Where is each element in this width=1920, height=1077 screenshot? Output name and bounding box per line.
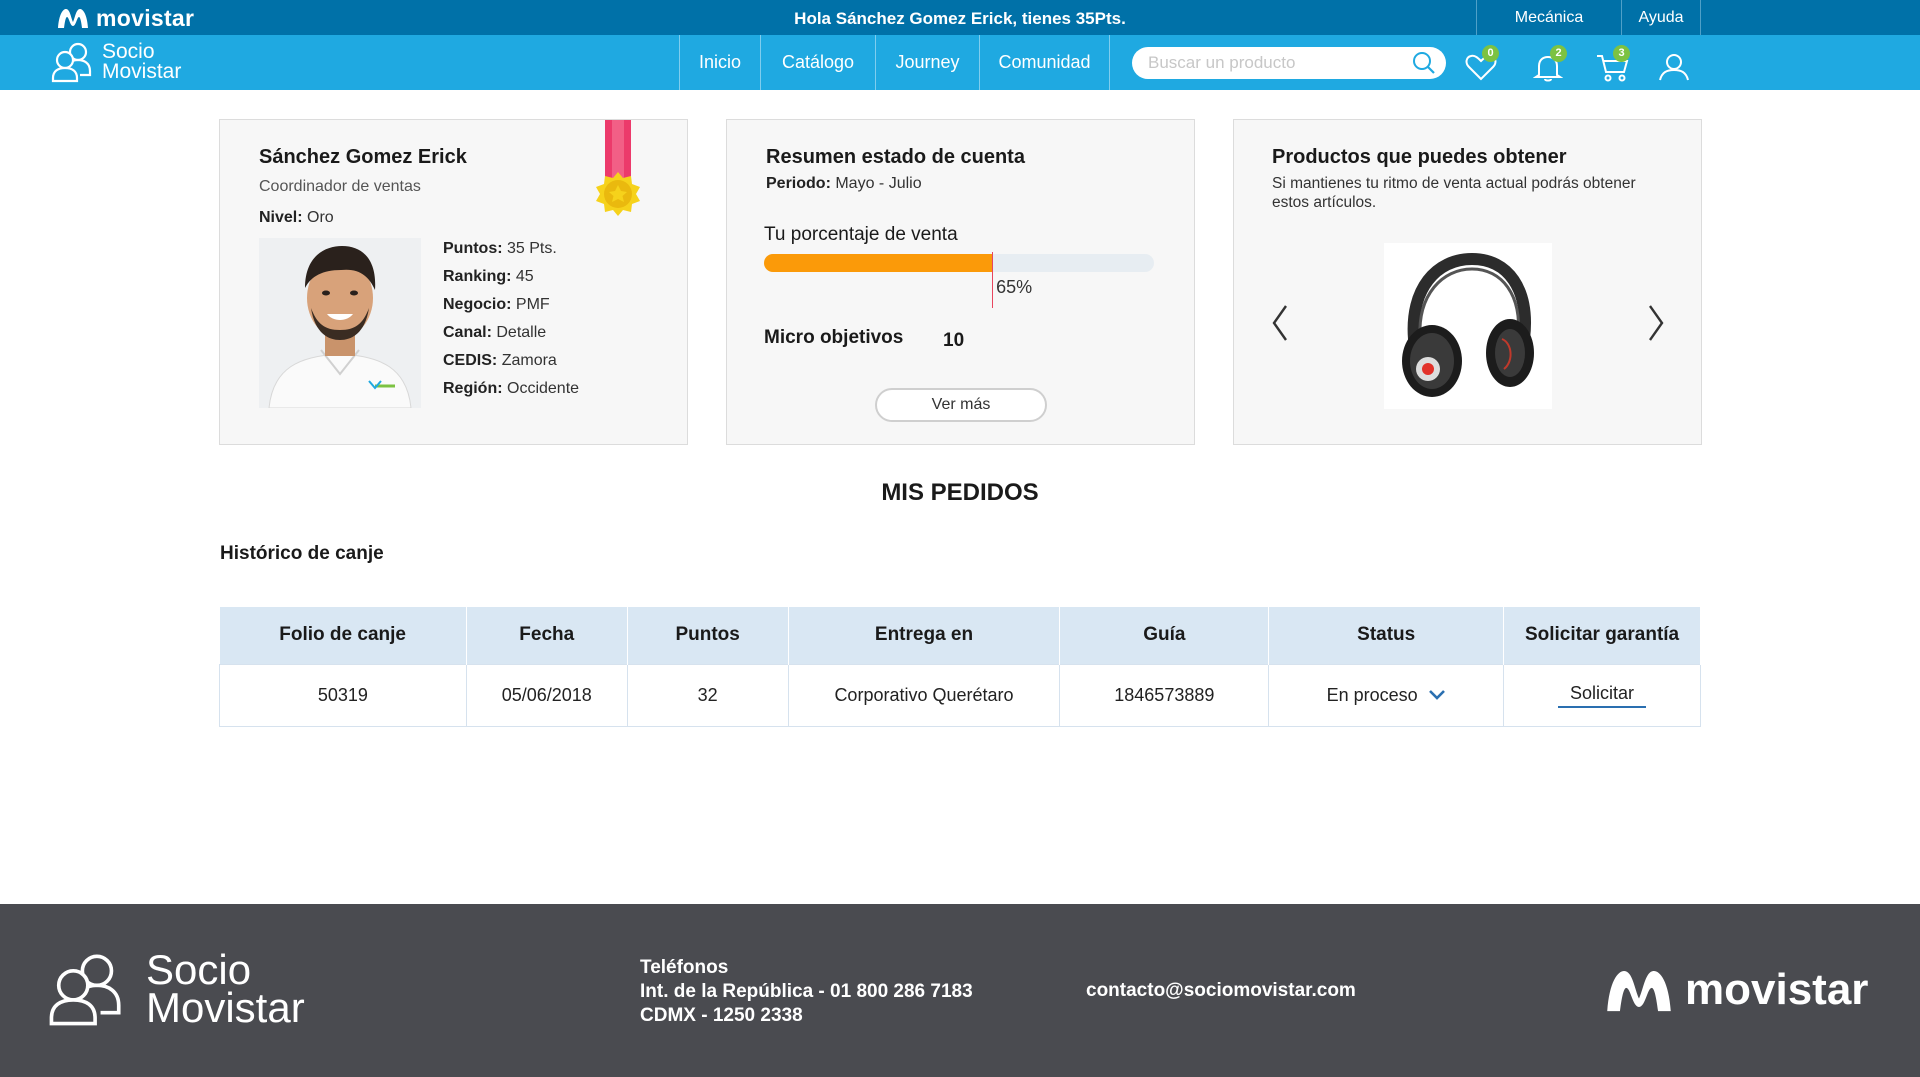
col-guia: Guía <box>1059 607 1270 664</box>
cell-status: En proceso <box>1268 663 1505 727</box>
phone-cdmx[interactable]: CDMX - 1250 2338 <box>640 1004 973 1028</box>
nav-item-catalogo[interactable]: Catálogo <box>760 35 875 90</box>
stat-puntos: Puntos: 35 Pts. <box>443 240 557 257</box>
notifications-button[interactable]: 2 <box>1529 45 1569 82</box>
logo-line-2: Movistar <box>102 60 182 83</box>
sales-progress-fill <box>764 254 993 272</box>
logo-line-1: Socio <box>102 40 155 63</box>
products-title: Productos que puedes obtener <box>1272 146 1567 168</box>
stat-negocio: Negocio: PMF <box>443 296 550 313</box>
cell-fecha: 05/06/2018 <box>465 663 628 727</box>
favorites-badge: 0 <box>1482 45 1499 62</box>
stat-region: Región: Occidente <box>443 380 580 397</box>
movistar-m-icon <box>1607 970 1671 1012</box>
search-icon[interactable] <box>1412 51 1436 75</box>
cell-puntos: 32 <box>626 663 789 727</box>
orders-table: Folio de canje Fecha Puntos Entrega en G… <box>219 607 1701 727</box>
account-period: Periodo: Mayo - Julio <box>766 175 922 192</box>
products-card: Productos que puedes obtener Si mantiene… <box>1233 119 1702 445</box>
people-icon <box>51 42 92 83</box>
profile-stats: Puntos: 35 Pts. Ranking: 45 Negocio: PMF… <box>443 239 579 407</box>
stat-ranking: Ranking: 45 <box>443 268 534 285</box>
col-folio: Folio de canje <box>219 607 467 664</box>
headphones-illustration <box>1384 243 1552 409</box>
stat-cedis: CEDIS: Zamora <box>443 352 557 369</box>
footer-logo-line-2: Movistar <box>146 984 305 1031</box>
phones-title: Teléfonos <box>640 957 729 978</box>
status-text: En proceso <box>1326 684 1418 705</box>
notifications-badge: 2 <box>1550 45 1567 62</box>
socio-movistar-logo[interactable]: Socio Movistar <box>50 41 181 83</box>
account-button[interactable] <box>1654 45 1694 81</box>
col-puntos: Puntos <box>627 607 789 664</box>
phone-national[interactable]: Int. de la República - 01 800 286 7183 <box>640 980 973 1004</box>
nav-item-comunidad[interactable]: Comunidad <box>979 35 1110 90</box>
micro-objectives-label: Micro objetivos <box>764 327 904 348</box>
nav-bar: Socio Movistar Inicio Catálogo Journey C… <box>0 35 1920 90</box>
cart-badge: 3 <box>1613 45 1630 62</box>
progress-marker <box>992 252 994 308</box>
footer-logo[interactable]: Socio Movistar <box>46 949 305 1031</box>
people-icon <box>49 954 121 1026</box>
sales-progress-bar <box>764 254 1154 272</box>
ver-mas-button[interactable]: Ver más <box>875 388 1047 422</box>
table-row: 50319 05/06/2018 32 Corporativo Querétar… <box>219 663 1701 727</box>
nav-item-journey[interactable]: Journey <box>875 35 979 90</box>
profile-role: Coordinador de ventas <box>259 178 421 195</box>
nav-item-inicio[interactable]: Inicio <box>679 35 760 90</box>
avatar-illustration <box>259 238 421 408</box>
movistar-m-icon <box>58 9 88 28</box>
gold-medal-icon <box>596 120 640 216</box>
product-image[interactable] <box>1384 243 1552 409</box>
level-value: Oro <box>307 209 334 226</box>
footer-movistar-brand[interactable]: movistar <box>1603 964 1868 1016</box>
top-bar: movistar Hola Sánchez Gomez Erick, tiene… <box>0 0 1920 35</box>
chevron-down-icon <box>1428 690 1445 700</box>
orders-history-subtitle: Histórico de canje <box>220 543 384 564</box>
stat-canal: Canal: Detalle <box>443 324 547 341</box>
mecanica-link[interactable]: Mecánica <box>1476 0 1621 35</box>
cell-garantia: Solicitar <box>1503 663 1701 727</box>
brand-text: movistar <box>96 4 195 31</box>
solicitar-garantia-link[interactable]: Solicitar <box>1558 683 1647 708</box>
col-status: Status <box>1268 607 1505 664</box>
user-icon <box>1659 54 1689 81</box>
status-dropdown[interactable]: En proceso <box>1327 685 1446 706</box>
footer: Socio Movistar Teléfonos Int. de la Repú… <box>0 904 1920 1077</box>
cell-entrega: Corporativo Querétaro <box>787 663 1061 727</box>
col-garantia: Solicitar garantía <box>1503 607 1701 664</box>
products-description: Si mantienes tu ritmo de venta actual po… <box>1272 175 1636 211</box>
orders-header-row: Folio de canje Fecha Puntos Entrega en G… <box>219 607 1701 664</box>
carousel-prev-icon[interactable] <box>1270 303 1290 343</box>
search-input[interactable] <box>1148 52 1398 74</box>
percent-value: 65% <box>996 277 1033 297</box>
micro-objectives-value: 10 <box>943 330 965 351</box>
col-fecha: Fecha <box>466 607 628 664</box>
favorites-button[interactable]: 0 <box>1461 45 1501 81</box>
cell-folio: 50319 <box>219 663 467 727</box>
cart-button[interactable]: 3 <box>1592 45 1632 82</box>
profile-name: Sánchez Gomez Erick <box>259 146 467 168</box>
col-entrega: Entrega en <box>788 607 1061 664</box>
carousel-next-icon[interactable] <box>1646 303 1666 343</box>
percent-label: Tu porcentaje de venta <box>764 224 958 245</box>
level-label: Nivel: <box>259 209 303 226</box>
account-summary-card: Resumen estado de cuenta Periodo: Mayo -… <box>726 119 1195 445</box>
profile-card: Sánchez Gomez Erick Coordinador de venta… <box>219 119 688 445</box>
footer-email[interactable]: contacto@sociomovistar.com <box>1086 980 1356 1002</box>
profile-level: Nivel: Oro <box>259 209 334 227</box>
footer-phones: Teléfonos Int. de la República - 01 800 … <box>640 956 973 1028</box>
footer-brand-text: movistar <box>1685 965 1869 1014</box>
movistar-brand[interactable]: movistar <box>56 5 194 31</box>
ayuda-link[interactable]: Ayuda <box>1621 0 1701 35</box>
orders-section-title: MIS PEDIDOS <box>881 479 1039 506</box>
cell-guia: 1846573889 <box>1059 663 1270 727</box>
profile-photo <box>259 238 421 408</box>
search-box <box>1132 47 1446 79</box>
account-title: Resumen estado de cuenta <box>766 146 1025 168</box>
